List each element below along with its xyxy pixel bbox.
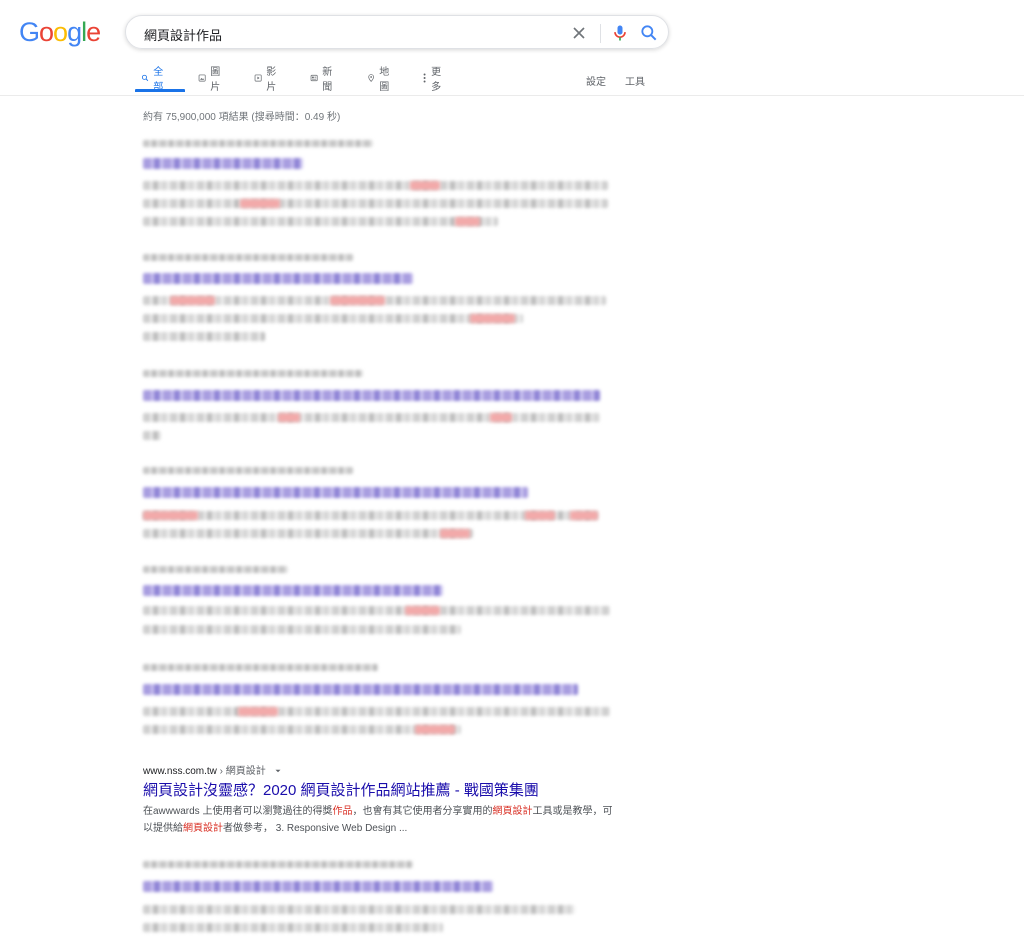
logo-letter: o [53,17,68,47]
snippet-highlight: 網頁設計 [492,806,533,817]
caret-down-icon[interactable] [273,766,283,776]
more-vert-icon [423,73,426,83]
tab-maps[interactable]: 地圖 [367,67,393,93]
tab-label: 更多 [431,67,442,93]
snippet-highlight: 作品 [332,806,353,817]
logo-letter: G [19,17,40,47]
search-icon[interactable] [639,23,659,43]
snippet-text: 在awwwards 上使用者可以瀏覽過往的得獎 [143,806,333,817]
image-icon [198,74,206,82]
snippet-highlight: 網頁設計 [183,823,223,834]
search-input[interactable]: 網頁設計作品 [144,25,222,44]
news-icon [310,74,318,82]
tab-label: 地圖 [379,67,390,93]
tab-videos[interactable]: 影片 [254,67,280,93]
map-pin-icon [368,74,374,82]
active-tab-indicator [135,89,185,92]
header-divider [0,95,1024,96]
tab-more[interactable]: 更多 [422,67,444,93]
search-icon [141,74,149,82]
mic-icon[interactable] [610,23,630,43]
search-divider [600,24,601,43]
tab-label: 影片 [266,67,277,93]
tab-label: 圖片 [210,67,221,93]
tab-all[interactable]: 全部 [141,67,167,93]
google-logo[interactable]: Google [19,17,101,48]
tab-label: 新聞 [322,67,333,93]
result-cite[interactable]: www.nss.com.tw › 網頁設計 [143,762,283,777]
tab-images[interactable]: 圖片 [198,67,224,93]
result-title-link[interactable]: 網頁設計沒靈感？2020 網頁設計作品網站推薦 - 戰國策集團 [143,779,539,800]
video-icon [254,74,262,82]
logo-letter: g [67,17,82,47]
settings-link[interactable]: 設定 [586,73,606,88]
result-stats: 約有 75,900,000 項結果 (搜尋時間：0.49 秒) [143,112,341,123]
result-domain: www.nss.com.tw [143,766,217,777]
result-snippet: 在awwwards 上使用者可以瀏覽過往的得獎作品，也會有其它使用者分享實用的網… [143,803,613,837]
logo-letter: e [86,17,101,47]
tab-news[interactable]: 新聞 [310,67,336,93]
tools-link[interactable]: 工具 [625,73,645,88]
logo-letter: o [39,17,54,47]
search-box[interactable]: 網頁設計作品 [125,15,669,49]
close-icon[interactable] [569,23,589,43]
result-breadcrumb: › 網頁設計 [216,766,266,777]
snippet-text: ，也會有其它使用者分享實用的 [352,806,493,817]
snippet-text: 者做參考， 3. Responsive Web Design ... [223,823,408,834]
